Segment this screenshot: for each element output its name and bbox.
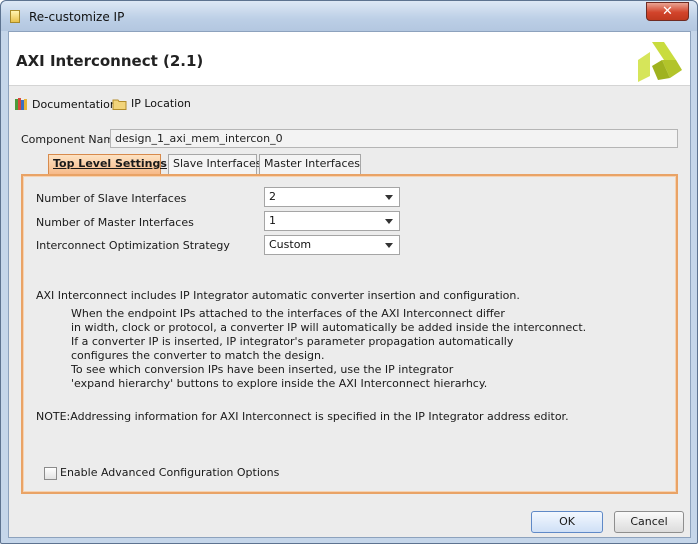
description-line: 'expand hierarchy' buttons to explore in… (71, 377, 488, 390)
ip-location-label: IP Location (131, 97, 191, 110)
close-button[interactable]: ✕ (646, 2, 689, 21)
tab-top-level-settings[interactable]: Top Level Settings (48, 154, 167, 175)
description-intro: AXI Interconnect includes IP Integrator … (36, 289, 520, 302)
strategy-value: Custom (269, 238, 312, 251)
documentation-link[interactable]: Documentation (14, 97, 117, 111)
description-line: configures the converter to match the de… (71, 349, 325, 362)
num-slave-value: 2 (269, 190, 276, 203)
dialog-body: AXI Interconnect (2.1) Documentation IP … (8, 31, 691, 538)
tab-master-interfaces[interactable]: Master Interfaces (259, 154, 361, 174)
ip-location-link[interactable]: IP Location (112, 97, 191, 110)
tab-slave-interfaces[interactable]: Slave Interfaces (168, 154, 262, 174)
advanced-options-label: Enable Advanced Configuration Options (60, 466, 280, 479)
title-bar[interactable]: Re-customize IP ✕ (1, 1, 697, 31)
num-slave-select[interactable]: 2 (264, 187, 400, 207)
header-band: AXI Interconnect (2.1) (9, 32, 690, 86)
component-name-label: Component Name (21, 133, 121, 146)
advanced-options-checkbox[interactable] (44, 467, 57, 480)
settings-panel: Number of Slave Interfaces 2 Number of M… (21, 174, 678, 494)
description-line: To see which conversion IPs have been in… (71, 363, 454, 376)
cancel-button[interactable]: Cancel (614, 511, 684, 533)
ip-title: AXI Interconnect (2.1) (16, 52, 204, 70)
num-master-select[interactable]: 1 (264, 211, 400, 231)
num-master-value: 1 (269, 214, 276, 227)
folder-icon (112, 99, 127, 110)
description-line: If a converter IP is inserted, IP integr… (71, 335, 514, 348)
component-name-field[interactable]: design_1_axi_mem_intercon_0 (110, 129, 678, 148)
chevron-down-icon (385, 195, 393, 200)
books-icon (15, 98, 27, 110)
vendor-logo-icon (638, 42, 682, 82)
address-note: NOTE:Addressing information for AXI Inte… (36, 410, 569, 423)
window-title: Re-customize IP (29, 10, 125, 24)
chevron-down-icon (385, 243, 393, 248)
num-master-label: Number of Master Interfaces (36, 216, 194, 229)
strategy-label: Interconnect Optimization Strategy (36, 239, 230, 252)
ok-button[interactable]: OK (531, 511, 603, 533)
description-line: in width, clock or protocol, a converter… (71, 321, 587, 334)
documentation-label: Documentation (32, 97, 117, 111)
dialog-window: Re-customize IP ✕ AXI Interconnect (2.1)… (0, 0, 698, 544)
num-slave-label: Number of Slave Interfaces (36, 192, 187, 205)
app-icon (10, 10, 20, 23)
strategy-select[interactable]: Custom (264, 235, 400, 255)
chevron-down-icon (385, 219, 393, 224)
description-line: When the endpoint IPs attached to the in… (71, 307, 505, 320)
